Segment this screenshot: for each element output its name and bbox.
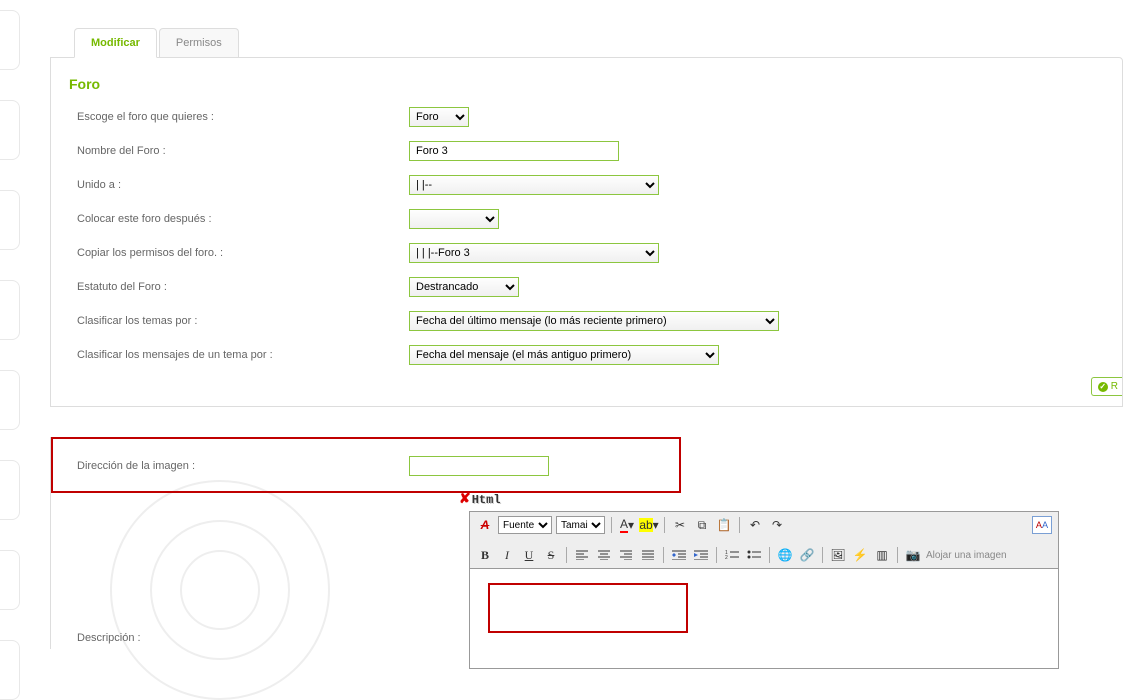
select-clasificar-temas[interactable]: Fecha del último mensaje (lo más recient… xyxy=(409,311,779,331)
align-right-icon[interactable] xyxy=(617,546,635,564)
copy-icon[interactable]: ⧉ xyxy=(693,516,711,534)
label-unido: Unido a : xyxy=(69,179,409,191)
panel-foro: Foro Escoge el foro que quieres : Foro N… xyxy=(50,57,1123,407)
ordered-list-icon[interactable]: 12 xyxy=(723,546,741,564)
label-nombre: Nombre del Foro : xyxy=(69,145,409,157)
tab-bar: Modificar Permisos xyxy=(74,28,1123,58)
unlink-icon[interactable]: 🔗 xyxy=(798,546,816,564)
editor-content-area[interactable] xyxy=(470,568,1058,668)
bold-icon[interactable]: B xyxy=(476,546,494,564)
svg-text:2: 2 xyxy=(725,555,728,560)
select-unido-a[interactable]: | |-- xyxy=(409,175,659,195)
label-colocar: Colocar este foro después : xyxy=(69,213,409,225)
label-descripcion: Descripción : xyxy=(69,632,409,644)
panel-title: Foro xyxy=(69,76,1122,92)
upload-image-label[interactable]: Alojar una imagen xyxy=(926,550,1007,561)
label-clasificar-mensajes: Clasificar los mensajes de un tema por : xyxy=(69,349,409,361)
label-direccion-imagen: Dirección de la imagen : xyxy=(69,460,409,472)
font-color-icon[interactable]: A▾ xyxy=(618,516,636,534)
section-descripcion: Dirección de la imagen : ✘ Html Descripc… xyxy=(50,437,1123,649)
unordered-list-icon[interactable] xyxy=(745,546,763,564)
select-copiar-permisos[interactable]: | | |--Foro 3 xyxy=(409,243,659,263)
select-estatuto[interactable]: Destrancado xyxy=(409,277,519,297)
indent-icon[interactable] xyxy=(692,546,710,564)
rich-text-editor: A Fuente Tamai A▾ ab▾ ✂ ⧉ 📋 ↶ ↷ AA B I U xyxy=(469,511,1059,669)
input-direccion-imagen[interactable] xyxy=(409,456,549,476)
underline-icon[interactable]: U xyxy=(520,546,538,564)
clear-formatting-icon[interactable]: A xyxy=(476,516,494,534)
tab-modificar[interactable]: Modificar xyxy=(74,28,157,58)
status-text: R xyxy=(1111,381,1118,392)
label-copiar: Copiar los permisos del foro. : xyxy=(69,247,409,259)
align-left-icon[interactable] xyxy=(573,546,591,564)
strike-icon[interactable]: S xyxy=(542,546,560,564)
cut-icon[interactable]: ✂ xyxy=(671,516,689,534)
sidebar-decoration xyxy=(0,0,30,696)
image-icon[interactable]: 🖼 xyxy=(829,546,847,564)
align-justify-icon[interactable] xyxy=(639,546,657,564)
editor-toolbar: A Fuente Tamai A▾ ab▾ ✂ ⧉ 📋 ↶ ↷ AA B I U xyxy=(470,512,1058,568)
media-icon[interactable]: ▥ xyxy=(873,546,891,564)
redo-icon[interactable]: ↷ xyxy=(768,516,786,534)
undo-icon[interactable]: ↶ xyxy=(746,516,764,534)
html-badge: ✘ Html xyxy=(459,491,501,508)
italic-icon[interactable]: I xyxy=(498,546,516,564)
font-select[interactable]: Fuente xyxy=(498,516,552,534)
select-colocar-despues[interactable] xyxy=(409,209,499,229)
status-chip[interactable]: ✓ R xyxy=(1091,377,1122,396)
expand-toolbar-icon[interactable]: AA xyxy=(1032,516,1052,534)
check-icon: ✓ xyxy=(1098,382,1108,392)
camera-icon[interactable]: 📷 xyxy=(904,546,922,564)
size-select[interactable]: Tamai xyxy=(556,516,605,534)
label-estatuto: Estatuto del Foro : xyxy=(69,281,409,293)
outdent-icon[interactable] xyxy=(670,546,688,564)
align-center-icon[interactable] xyxy=(595,546,613,564)
highlight-color-icon[interactable]: ab▾ xyxy=(640,516,658,534)
flash-icon[interactable]: ⚡ xyxy=(851,546,869,564)
select-clasificar-mensajes[interactable]: Fecha del mensaje (el más antiguo primer… xyxy=(409,345,719,365)
tab-permisos[interactable]: Permisos xyxy=(159,28,239,58)
label-escoge: Escoge el foro que quieres : xyxy=(69,111,409,123)
highlight-box-2 xyxy=(488,583,688,633)
x-icon: ✘ xyxy=(459,491,471,508)
label-clasificar-temas: Clasificar los temas por : xyxy=(69,315,409,327)
input-nombre-foro[interactable] xyxy=(409,141,619,161)
html-badge-text: Html xyxy=(472,493,501,507)
paste-icon[interactable]: 📋 xyxy=(715,516,733,534)
select-escoge-foro[interactable]: Foro xyxy=(409,107,469,127)
link-icon[interactable]: 🌐 xyxy=(776,546,794,564)
